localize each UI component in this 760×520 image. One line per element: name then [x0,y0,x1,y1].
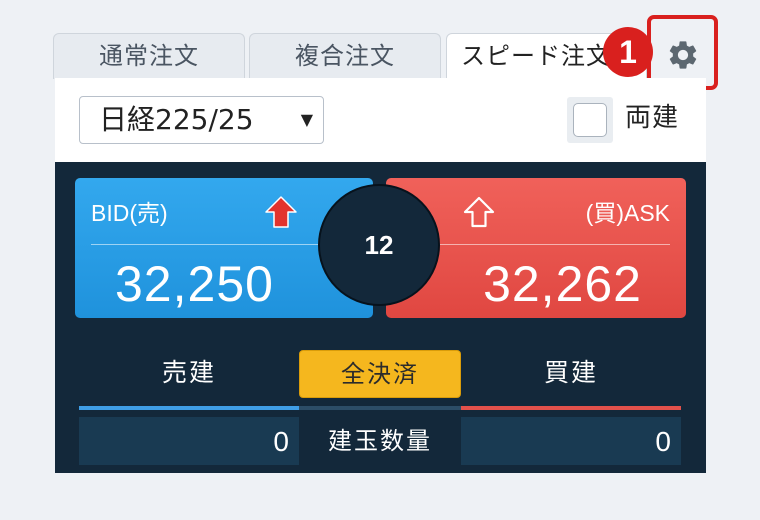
sell-stripe [79,406,299,410]
sell-open-button[interactable]: 売建 [79,353,299,393]
dropdown-arrow-icon: ▼ [300,110,313,129]
ask-price: 32,262 [483,256,642,312]
tab-normal-order[interactable]: 通常注文 [53,33,245,79]
close-all-button[interactable]: 全決済 [299,350,461,398]
hedge-checkbox[interactable] [567,97,613,143]
buy-stripe [461,406,681,410]
instrument-select[interactable]: 日経225/25 ▼ [79,96,324,144]
buy-open-button[interactable]: 買建 [461,353,681,393]
spread-indicator: 12 [318,184,440,306]
hedge-checkbox-box [573,103,607,137]
hedge-label: 両建 [625,103,680,133]
bid-label: BID(売) [91,200,168,226]
position-quantity-label: 建玉数量 [328,427,432,455]
speed-order-panel: 日経225/25 ▼ 両建 BID(売) 32,250 (買)ASK 32,26… [55,78,706,473]
sell-position-quantity: 0 [79,417,299,465]
center-stripe [299,406,461,410]
trade-area: BID(売) 32,250 (買)ASK 32,262 12 売建 全決済 買建… [55,162,706,473]
buy-position-quantity: 0 [461,417,681,465]
arrow-up-filled-icon [265,196,297,228]
step-number-badge: 1 [603,27,653,77]
arrow-up-outline-icon [463,196,495,228]
bid-price: 32,250 [115,256,274,312]
instrument-select-value: 日経225/25 [99,103,254,136]
tab-combined-order[interactable]: 複合注文 [249,33,441,79]
ask-label: (買)ASK [585,200,670,226]
